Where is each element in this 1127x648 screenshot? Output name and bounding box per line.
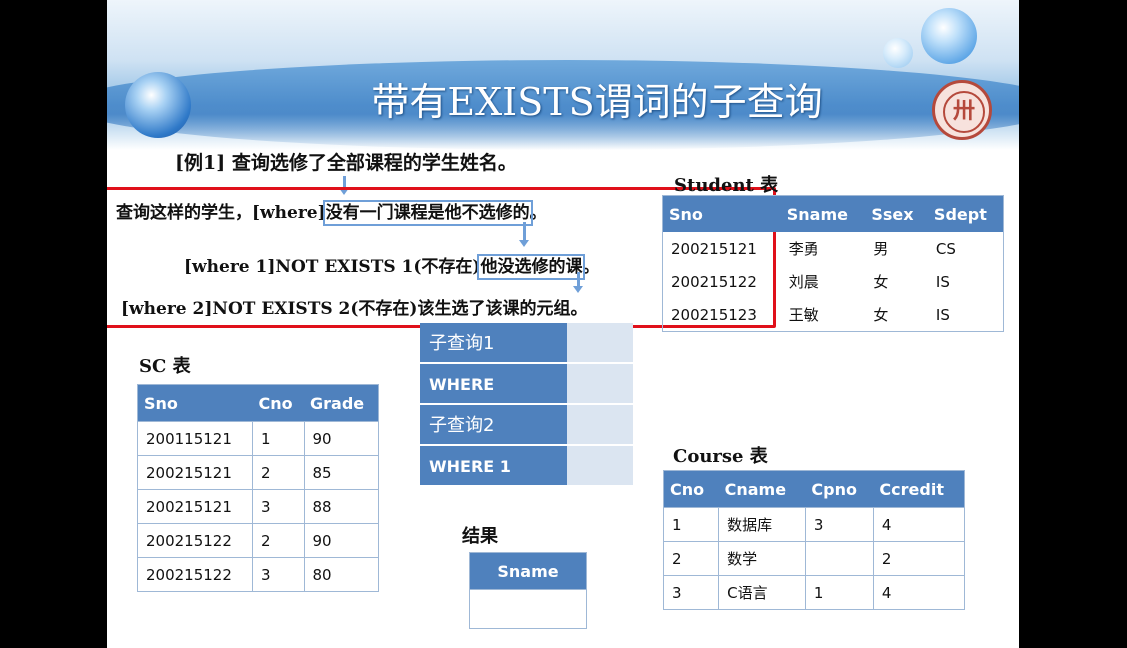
table-header-row: Sno Cno Grade	[137, 384, 379, 422]
table-cell: 200215121	[671, 239, 757, 258]
table-cell: CS	[935, 239, 956, 258]
table-cell: 3	[251, 557, 305, 592]
table-cell	[469, 589, 587, 629]
table-cell: 男	[873, 240, 889, 258]
subquery-panel: 子查询1 WHERE 子查询2 WHERE 1	[420, 323, 633, 487]
university-logo: 卅	[932, 80, 992, 140]
table-row: 200215121 2 85	[137, 455, 380, 490]
student-table: Sno Sname Ssex Sdept 200215121 李勇 男 CS 2…	[662, 195, 1004, 332]
subquery-label: WHERE 1	[420, 446, 567, 487]
result-table-caption: 结果	[462, 526, 498, 547]
table-cell: 80	[303, 557, 380, 592]
column-header: Cno	[663, 470, 719, 508]
table-row: 200215122 3 80	[137, 557, 380, 592]
subquery-label: WHERE	[420, 364, 567, 405]
table-cell: 88	[303, 489, 380, 524]
sphere-decoration-small	[883, 38, 913, 68]
table-row: 200215121 李勇 男 CS	[663, 232, 1004, 265]
column-header: Cname	[718, 470, 806, 508]
table-row: 200215121 3 88	[137, 489, 380, 524]
table-cell: 200215121	[137, 455, 253, 490]
table-cell: IS	[935, 305, 950, 324]
table-cell: 女	[873, 306, 889, 324]
table-cell: 200115121	[137, 421, 253, 456]
subquery-cell	[567, 323, 633, 364]
table-cell: 女	[873, 273, 889, 291]
column-header: Sname	[780, 195, 866, 232]
table-row: 200215122 刘晨 女 IS	[663, 265, 1004, 298]
table-cell: 200215123	[671, 305, 757, 324]
table-cell: 200215122	[671, 272, 757, 291]
sphere-decoration-left	[125, 72, 191, 138]
logo-glyph: 卅	[943, 91, 985, 133]
slide-title: 带有EXISTS谓词的子查询	[371, 80, 823, 124]
table-cell: 85	[303, 455, 380, 490]
student-table-caption: Student 表	[674, 175, 779, 196]
table-cell: 2	[251, 523, 305, 558]
table-cell: 1	[251, 421, 305, 456]
subquery-row: WHERE 1	[420, 446, 633, 487]
table-row	[469, 589, 587, 629]
table-cell: IS	[935, 272, 950, 291]
table-row: 2 数学 2	[662, 541, 966, 576]
table-row: 200215123 王敏 女 IS	[663, 298, 1004, 332]
table-row: 200115121 1 90	[137, 421, 380, 456]
subquery-row: 子查询2	[420, 405, 633, 446]
course-table-caption: Course 表	[673, 446, 768, 467]
column-header: Cpno	[805, 470, 874, 508]
table-header-row: Sno Sname Ssex Sdept	[662, 195, 1004, 232]
table-cell: 90	[303, 421, 380, 456]
table-cell: 90	[303, 523, 380, 558]
column-header: Sdept	[927, 195, 1004, 232]
column-header: Sno	[137, 384, 253, 422]
table-header-row: Cno Cname Cpno Ccredit	[663, 470, 965, 508]
slide: 带有EXISTS谓词的子查询 卅 [例1] 查询选修了全部课程的学生姓名。 查询…	[107, 0, 1019, 648]
table-cell: 1	[804, 575, 874, 610]
table-row: 200215122 2 90	[137, 523, 380, 558]
table-row: 1 数据库 3 4	[662, 507, 966, 542]
subquery-cell	[567, 405, 633, 446]
table-cell: 数据库	[718, 507, 806, 542]
table-cell: 3	[662, 575, 720, 610]
subquery-label: 子查询1	[420, 323, 567, 364]
table-cell: 数学	[718, 541, 806, 576]
table-header-row: Sname	[469, 552, 587, 590]
example-heading: [例1] 查询选修了全部课程的学生姓名。	[175, 152, 517, 174]
sphere-decoration-right	[921, 8, 977, 64]
column-header: Sno	[662, 195, 781, 232]
result-table: Sname	[469, 552, 587, 629]
table-cell: 1	[662, 507, 720, 542]
table-cell: 4	[872, 575, 966, 610]
subquery-row: 子查询1	[420, 323, 633, 364]
table-cell: 王敏	[788, 306, 819, 324]
table-cell: 3	[804, 507, 874, 542]
table-row: 3 C语言 1 4	[662, 575, 966, 610]
subquery-cell	[567, 364, 633, 405]
table-cell: 2	[872, 541, 966, 576]
column-header: Ccredit	[873, 470, 965, 508]
column-header: Ssex	[865, 195, 928, 232]
table-cell: 2	[662, 541, 720, 576]
table-cell	[804, 541, 874, 576]
table-cell: 2	[251, 455, 305, 490]
subquery-cell	[567, 446, 633, 487]
table-cell: 200215122	[137, 557, 253, 592]
table-cell: 刘晨	[788, 273, 819, 291]
column-header: Cno	[252, 384, 305, 422]
subquery-row: WHERE	[420, 364, 633, 405]
table-cell: 4	[872, 507, 966, 542]
column-header: Grade	[304, 384, 379, 422]
sc-table: Sno Cno Grade 200115121 1 90 200215121 2…	[137, 384, 380, 592]
subquery-label: 子查询2	[420, 405, 567, 446]
table-cell: 200215122	[137, 523, 253, 558]
course-table: Cno Cname Cpno Ccredit 1 数据库 3 4 2 数学 2 …	[662, 470, 966, 610]
table-cell: 李勇	[788, 240, 819, 258]
table-cell: C语言	[718, 575, 806, 610]
column-header: Sname	[469, 552, 587, 590]
table-cell: 3	[251, 489, 305, 524]
sc-table-caption: SC 表	[139, 356, 191, 377]
table-cell: 200215121	[137, 489, 253, 524]
